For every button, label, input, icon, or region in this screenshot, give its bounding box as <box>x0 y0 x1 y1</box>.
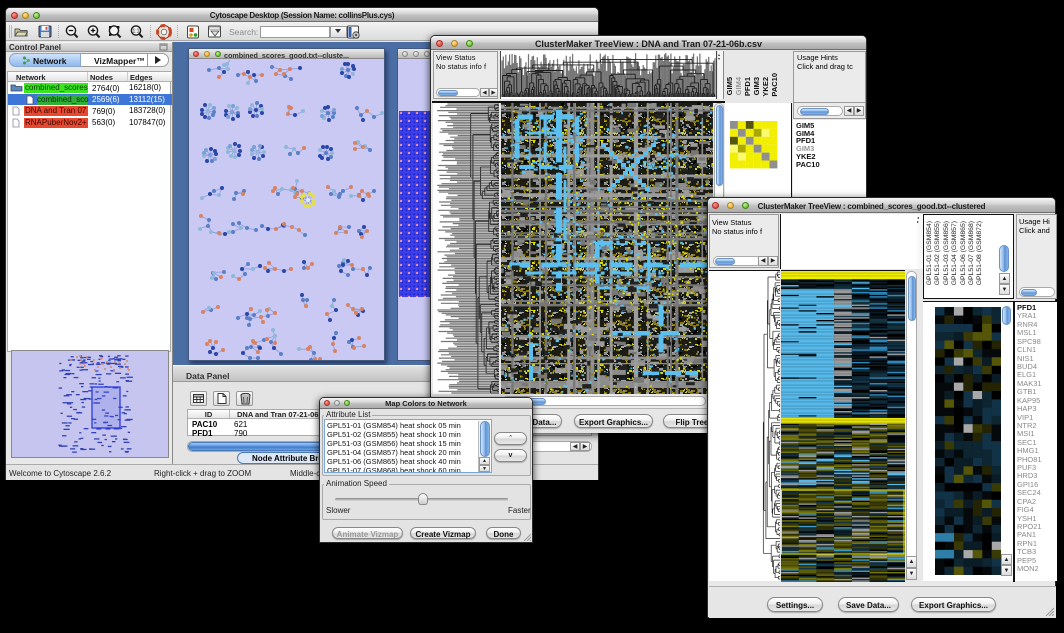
svg-text:1:1: 1:1 <box>133 29 140 35</box>
